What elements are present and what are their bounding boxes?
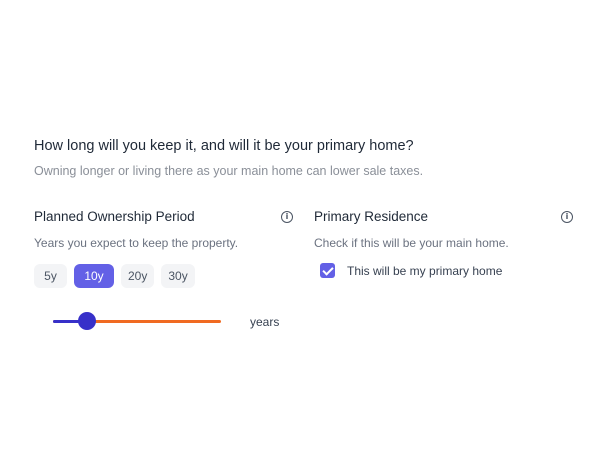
primary-home-checkbox-label[interactable]: This will be my primary home [347, 264, 502, 278]
ownership-period-options: 5y 10y 20y 30y [34, 264, 195, 288]
slider-thumb[interactable] [77, 312, 96, 330]
residence-info-icon[interactable]: i [561, 211, 573, 223]
ownership-years-slider[interactable] [53, 311, 221, 331]
question-subtext: Owning longer or living there as your ma… [34, 164, 424, 178]
question-heading: How long will you keep it, and will it b… [34, 138, 414, 154]
primary-home-option[interactable]: This will be my primary home [320, 263, 502, 278]
period-option-30y[interactable]: 30y [161, 264, 195, 288]
ownership-info-icon[interactable]: i [281, 211, 293, 223]
period-option-20y[interactable]: 20y [121, 264, 155, 288]
ownership-title: Planned Ownership Period [34, 209, 195, 224]
residence-description: Check if this will be your main home. [314, 236, 509, 250]
primary-home-checkbox[interactable] [320, 263, 335, 278]
period-option-10y[interactable]: 10y [74, 264, 114, 288]
period-option-5y[interactable]: 5y [34, 264, 67, 288]
residence-title: Primary Residence [314, 209, 429, 224]
ownership-description: Years you expect to keep the property. [34, 236, 239, 250]
ownership-card: How long will you keep it, and will it b… [0, 0, 600, 471]
slider-unit-label: years [250, 315, 280, 329]
